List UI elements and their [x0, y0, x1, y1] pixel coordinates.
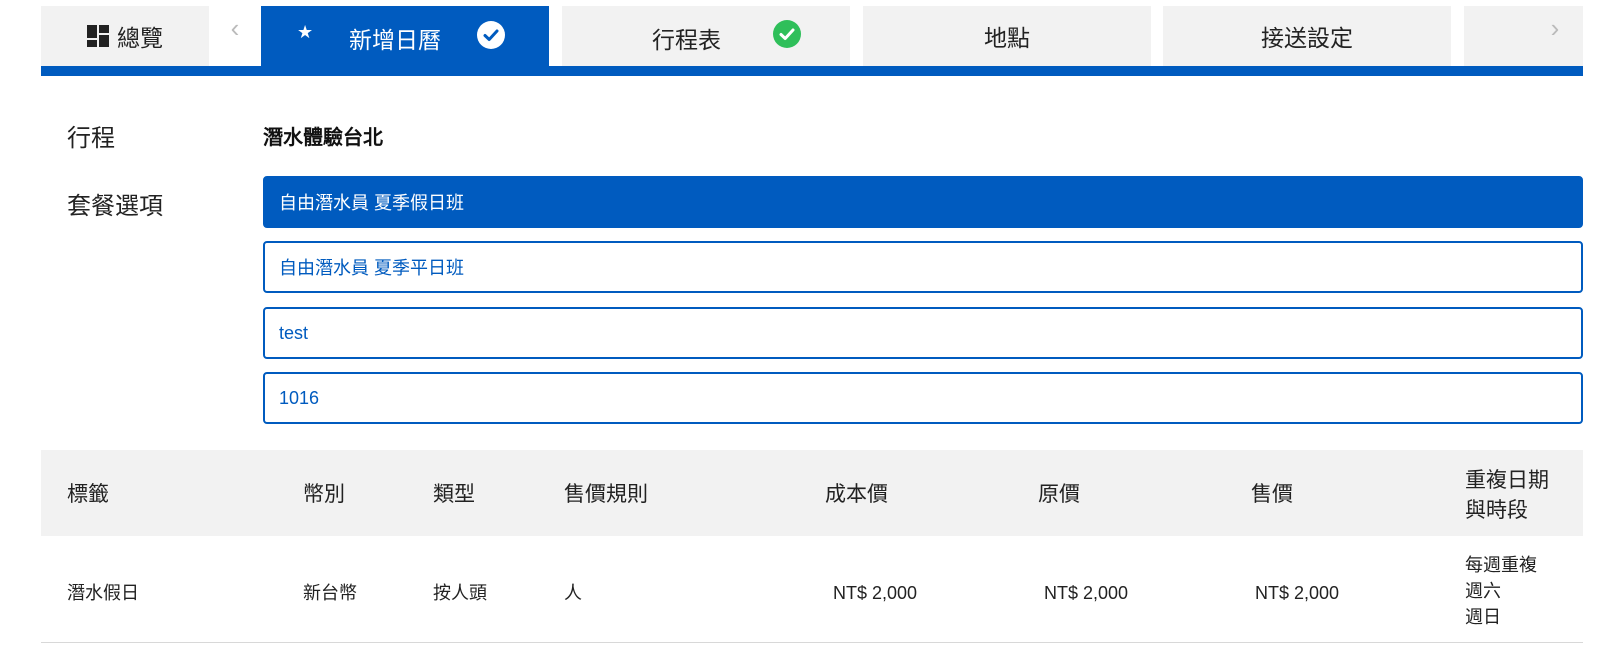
check-circle-icon: [477, 21, 505, 49]
plan-option-button[interactable]: 自由潛水員 夏季平日班: [263, 241, 1583, 293]
column-header-original-price: 原價: [1038, 483, 1080, 506]
column-header-tag: 標籤: [67, 483, 109, 506]
chevron-right-icon: ›: [1550, 12, 1560, 43]
column-header-cost: 成本價: [825, 483, 888, 506]
tab-add-calendar-label: 新增日曆: [349, 27, 441, 53]
cell-tag: 潛水假日: [67, 583, 139, 603]
plan-options-label: 套餐選項: [67, 193, 163, 220]
column-header-repeat-line: 與時段: [1465, 499, 1528, 522]
tab-overview[interactable]: 總覽: [41, 6, 209, 66]
tab-overview-label: 總覽: [117, 25, 163, 51]
tab-scroll-prev-button[interactable]: ‹: [215, 10, 255, 46]
price-table-header: [41, 450, 1583, 536]
check-circle-icon: [773, 20, 801, 48]
cell-repeat-line: 週日: [1465, 607, 1501, 627]
cell-repeat-line: 每週重複: [1465, 555, 1537, 575]
tab-bar: 總覽 ‹ ★ 新增日曆 行程表 地點 接送設定 ›: [41, 6, 1583, 76]
plan-option-button[interactable]: test: [263, 307, 1583, 359]
cell-repeat-line: 週六: [1465, 581, 1501, 601]
calendar-settings-page: 總覽 ‹ ★ 新增日曆 行程表 地點 接送設定 › 行程 潛水體驗台北 套餐選項…: [0, 0, 1600, 650]
cell-original-price: NT$ 2,000: [1044, 583, 1129, 603]
tab-transfer-label: 接送設定: [1261, 25, 1353, 51]
chevron-left-icon: ‹: [230, 12, 240, 43]
cell-cost: NT$ 2,000: [833, 583, 918, 603]
plan-option-button[interactable]: 1016: [263, 372, 1583, 424]
column-header-currency: 幣別: [303, 483, 345, 506]
cell-currency: 新台幣: [303, 583, 357, 603]
tab-underline: [41, 66, 1583, 76]
cell-sale-price: NT$ 2,000: [1255, 583, 1340, 603]
plan-option-button[interactable]: 自由潛水員 夏季假日班: [263, 176, 1583, 228]
column-header-sale-price: 售價: [1251, 483, 1293, 506]
tab-scroll-next-button[interactable]: ›: [1535, 10, 1575, 46]
trip-value: 潛水體驗台北: [263, 127, 383, 149]
trip-label: 行程: [67, 125, 115, 152]
star-icon: ★: [297, 22, 314, 42]
tab-place-label: 地點: [984, 25, 1030, 51]
tab-schedule-label: 行程表: [652, 27, 721, 53]
dashboard-icon: [87, 25, 109, 47]
column-header-repeat: 重複日期 與時段: [1465, 466, 1565, 526]
column-header-type: 類型: [433, 483, 475, 506]
tab-place[interactable]: 地點: [863, 6, 1151, 66]
cell-price-rule: 人: [564, 583, 582, 603]
tab-schedule[interactable]: 行程表: [562, 6, 850, 66]
column-header-price-rule: 售價規則: [564, 483, 648, 506]
table-bottom-divider: [41, 642, 1583, 643]
cell-type: 按人頭: [433, 583, 487, 603]
tab-add-calendar[interactable]: ★ 新增日曆: [261, 6, 549, 66]
column-header-repeat-line: 重複日期: [1465, 469, 1549, 492]
tab-transfer-settings[interactable]: 接送設定: [1163, 6, 1451, 66]
cell-repeat: 每週重複 週六 週日: [1465, 552, 1537, 630]
